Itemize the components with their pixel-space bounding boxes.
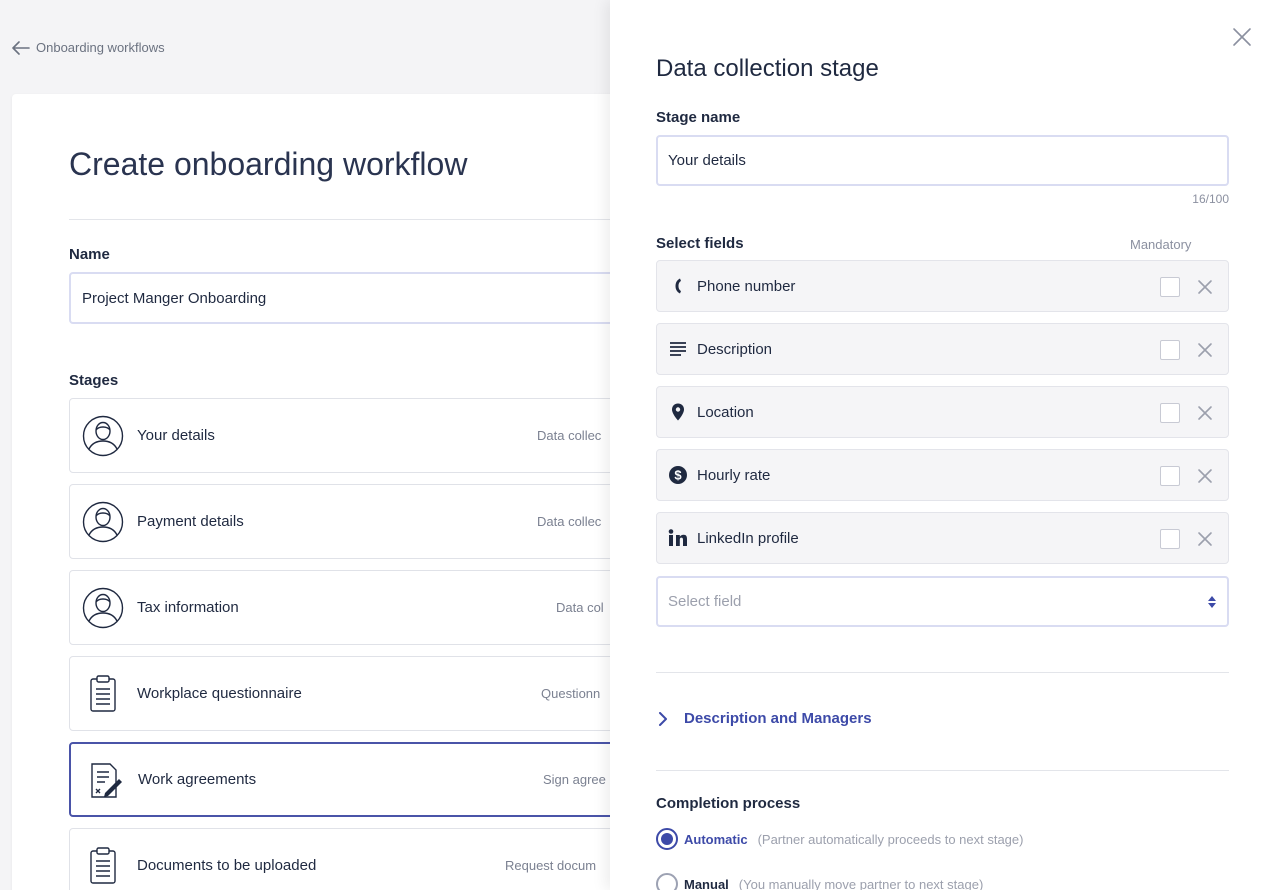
workflow-form-card: Create onboarding workflow Name Project …: [12, 94, 669, 890]
remove-field-icon[interactable]: [1195, 340, 1215, 360]
stage-name: Work agreements: [138, 771, 257, 788]
mandatory-checkbox[interactable]: [1160, 529, 1180, 549]
field-label: Location: [697, 403, 754, 421]
field-row-phone: Phone number: [656, 260, 1229, 312]
stage-name: Your details: [137, 427, 215, 444]
description-managers-toggle[interactable]: Description and Managers: [656, 710, 872, 727]
section-divider: [656, 770, 1229, 771]
linkedin-icon: [667, 527, 689, 549]
stage-card[interactable]: Workplace questionnaire Questionn: [69, 656, 669, 731]
stage-card[interactable]: Tax information Data col: [69, 570, 669, 645]
field-row-location: Location: [656, 386, 1229, 438]
stage-name-input[interactable]: Your details: [656, 135, 1229, 186]
section-divider: [656, 672, 1229, 673]
radio-hint: (You manually move partner to next stage…: [738, 876, 984, 890]
field-label: Hourly rate: [697, 466, 771, 484]
stage-card[interactable]: Your details Data collec: [69, 398, 669, 473]
clipboard-icon: [81, 844, 125, 888]
stage-type: Request docum: [505, 858, 597, 873]
completion-option-automatic[interactable]: Automatic (Partner automatically proceed…: [656, 828, 1023, 850]
signature-document-icon: [82, 758, 126, 802]
select-field-placeholder: Select field: [668, 593, 742, 610]
name-label: Name: [69, 246, 110, 263]
close-icon[interactable]: [1231, 26, 1253, 48]
stage-name: Workplace questionnaire: [137, 685, 302, 702]
workflow-name-value: Project Manger Onboarding: [82, 289, 267, 307]
field-label: LinkedIn profile: [697, 529, 799, 547]
chevron-right-icon: [659, 711, 667, 726]
sort-arrows-icon: [1208, 595, 1216, 608]
text-lines-icon: [667, 338, 689, 360]
back-link-label: Onboarding workflows: [36, 40, 165, 55]
remove-field-icon[interactable]: [1195, 277, 1215, 297]
mandatory-checkbox[interactable]: [1160, 466, 1180, 486]
field-row-linkedin: LinkedIn profile: [656, 512, 1229, 564]
remove-field-icon[interactable]: [1195, 466, 1215, 486]
radio-hint: (Partner automatically proceeds to next …: [757, 831, 1024, 847]
mandatory-checkbox[interactable]: [1160, 340, 1180, 360]
stage-name-value: Your details: [668, 152, 746, 169]
char-count: 16/100: [1192, 192, 1229, 206]
field-label: Description: [697, 340, 773, 358]
arrow-left-icon: [12, 40, 30, 55]
select-field-dropdown[interactable]: Select field: [656, 576, 1229, 627]
dollar-icon: $: [667, 464, 689, 486]
stage-name-label: Stage name: [656, 109, 741, 126]
field-row-description: Description: [656, 323, 1229, 375]
radio-label: Automatic: [684, 831, 748, 847]
title-divider: [69, 219, 632, 220]
stage-type: Data collec: [537, 428, 602, 443]
stage-name: Tax information: [137, 599, 239, 616]
stage-card[interactable]: Work agreements Sign agree: [69, 742, 669, 817]
user-avatar-icon: [81, 586, 125, 630]
page-title: Create onboarding workflow: [69, 146, 468, 182]
stage-name: Documents to be uploaded: [137, 857, 317, 874]
mandatory-column-header: Mandatory: [1130, 237, 1192, 252]
location-pin-icon: [667, 401, 689, 423]
workflow-name-input[interactable]: Project Manger Onboarding: [69, 272, 669, 324]
stage-type: Data collec: [537, 514, 602, 529]
stage-card[interactable]: Documents to be uploaded Request docum: [69, 828, 669, 890]
radio-label: Manual: [684, 876, 729, 890]
stages-label: Stages: [69, 372, 119, 389]
stage-type: Sign agree: [543, 772, 606, 787]
remove-field-icon[interactable]: [1195, 529, 1215, 549]
clipboard-icon: [81, 672, 125, 716]
stage-name: Payment details: [137, 513, 244, 530]
stage-type: Data col: [556, 600, 604, 615]
completion-process-label: Completion process: [656, 795, 801, 812]
field-label: Phone number: [697, 277, 796, 295]
user-avatar-icon: [81, 414, 125, 458]
completion-option-manual[interactable]: Manual (You manually move partner to nex…: [656, 873, 983, 890]
stage-settings-panel: Data collection stage Stage name Your de…: [610, 0, 1277, 890]
stage-type: Questionn: [541, 686, 601, 701]
mandatory-checkbox[interactable]: [1160, 277, 1180, 297]
phone-icon: [667, 275, 689, 297]
field-row-hourly-rate: $ Hourly rate: [656, 449, 1229, 501]
user-avatar-icon: [81, 500, 125, 544]
svg-text:$: $: [674, 468, 682, 483]
select-fields-label: Select fields: [656, 235, 744, 252]
remove-field-icon[interactable]: [1195, 403, 1215, 423]
mandatory-checkbox[interactable]: [1160, 403, 1180, 423]
radio-selected[interactable]: [656, 828, 678, 850]
panel-title: Data collection stage: [656, 55, 879, 82]
stage-card[interactable]: Payment details Data collec: [69, 484, 669, 559]
radio-unselected[interactable]: [656, 873, 678, 890]
back-link[interactable]: Onboarding workflows: [12, 40, 165, 55]
description-managers-label: Description and Managers: [684, 710, 872, 727]
